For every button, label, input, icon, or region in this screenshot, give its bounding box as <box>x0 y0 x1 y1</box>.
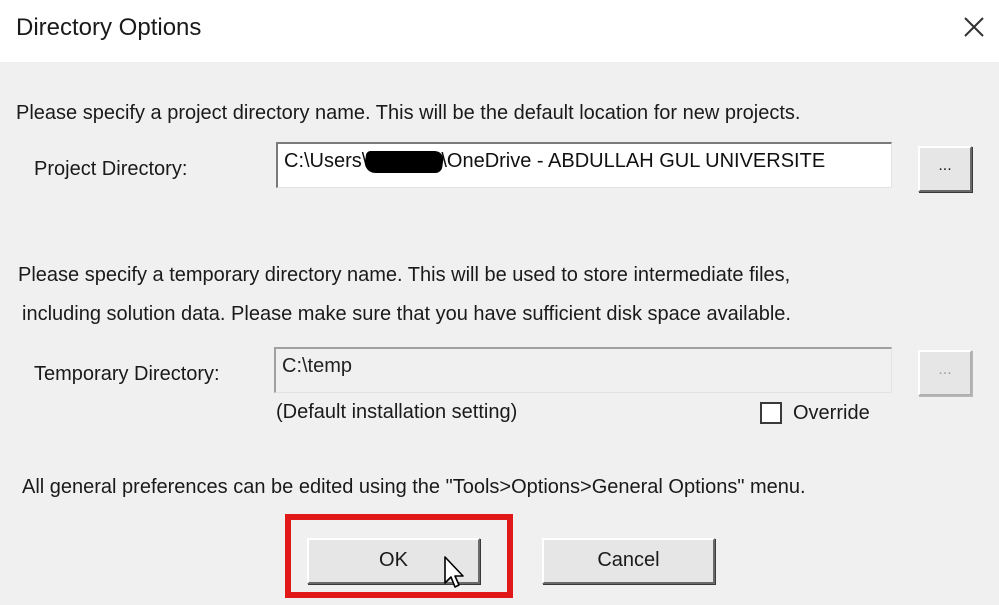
cancel-button[interactable]: Cancel <box>542 538 715 584</box>
title-bar: Directory Options <box>0 0 999 62</box>
mouse-cursor-icon <box>444 556 464 588</box>
temporary-directory-browse-button[interactable]: ... <box>918 350 972 396</box>
override-label[interactable]: Override <box>793 402 870 425</box>
temporary-directory-description-line1: Please specify a temporary directory nam… <box>18 264 791 286</box>
project-directory-value-suffix: \OneDrive - ABDULLAH GUL UNIVERSITE <box>441 150 826 172</box>
close-icon <box>964 17 984 37</box>
temporary-directory-description-line2: including solution data. Please make sur… <box>22 303 791 325</box>
directory-options-dialog: Directory Options Please specify a proje… <box>0 0 999 605</box>
close-button[interactable] <box>957 8 993 48</box>
project-directory-input[interactable]: C:\Users\ \OneDrive - ABDULLAH GUL UNIVER… <box>276 142 892 188</box>
temporary-directory-input[interactable]: C:\temp <box>274 347 892 393</box>
project-directory-browse-button[interactable]: ... <box>918 146 972 192</box>
redaction-mark <box>363 150 445 173</box>
temporary-directory-label: Temporary Directory: <box>34 363 220 385</box>
ok-button-highlight <box>285 514 513 598</box>
default-installation-note: (Default installation setting) <box>276 401 518 423</box>
dialog-title: Directory Options <box>16 14 202 41</box>
project-directory-value-prefix: C:\Users\ <box>284 150 368 172</box>
override-checkbox[interactable] <box>760 402 782 424</box>
project-directory-label: Project Directory: <box>34 158 188 180</box>
project-directory-description: Please specify a project directory name.… <box>16 102 801 124</box>
general-options-note: All general preferences can be edited us… <box>22 476 806 498</box>
